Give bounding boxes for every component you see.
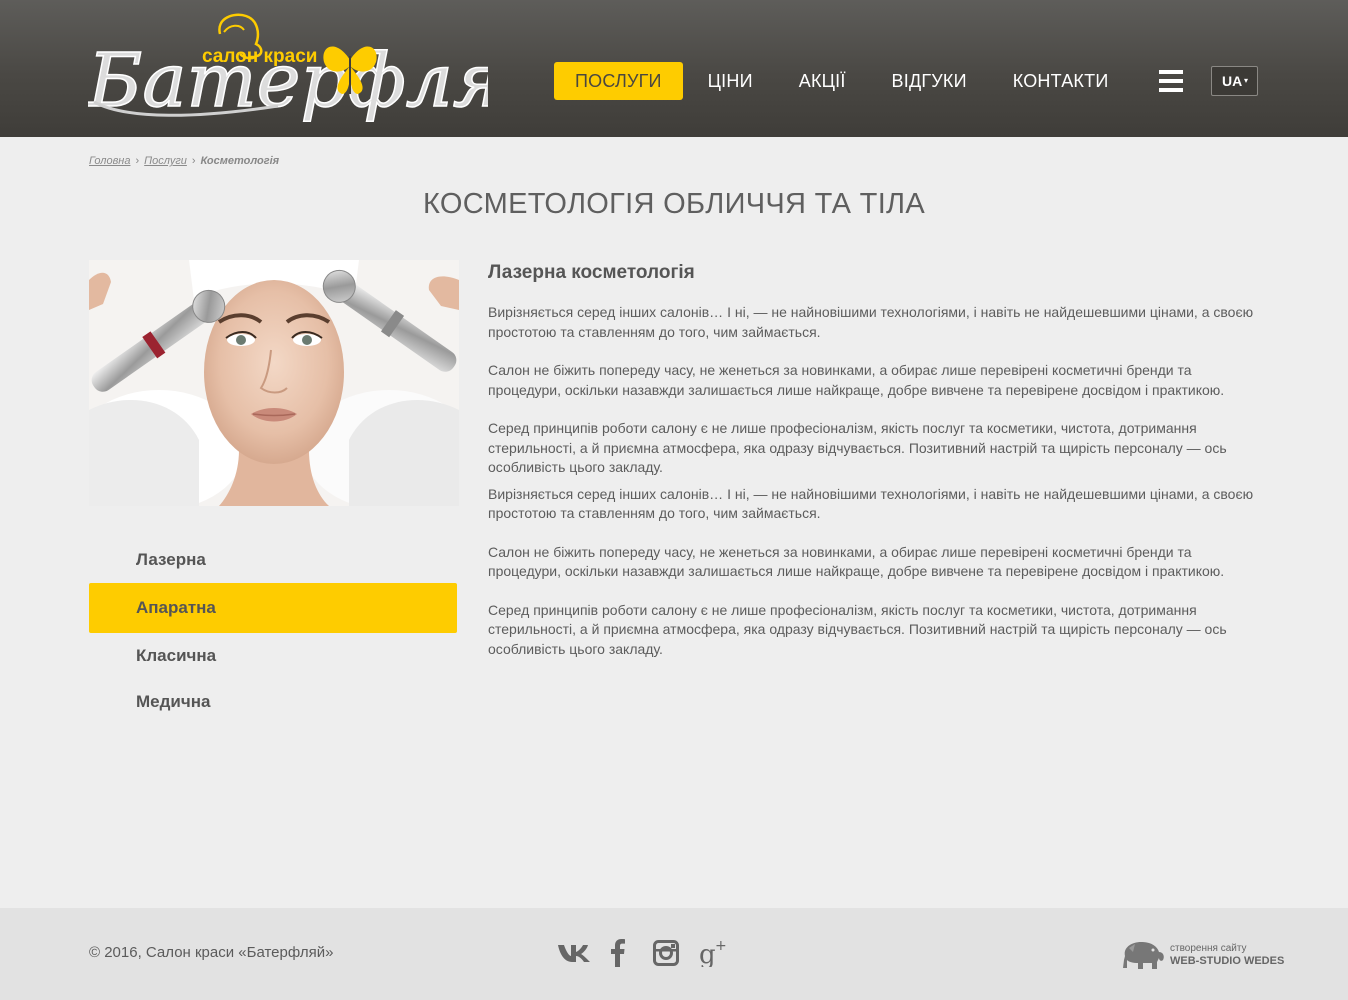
site-footer: © 2016, Салон краси «Батерфляй» g + ство… — [0, 908, 1348, 1000]
studio-line-2: WEB-STUDIO WEDES — [1170, 955, 1285, 967]
content-paragraph: Вирізняється серед інших салонів… І ні, … — [488, 304, 1254, 340]
content-paragraph: Серед принципів роботи салону є не лише … — [488, 601, 1227, 657]
breadcrumb-current: Косметологія — [200, 155, 280, 167]
studio-text: створення сайту WEB-STUDIO WEDES — [1170, 942, 1284, 968]
content-paragraph: Салон не біжить попереду часу, не женеть… — [488, 543, 1225, 580]
google-plus-icon[interactable]: g + — [699, 936, 729, 970]
main-content: Лазерна косметологія Вирізняється серед … — [488, 260, 1263, 678]
hamburger-menu-icon[interactable] — [1159, 70, 1183, 92]
facebook-icon[interactable] — [609, 936, 627, 970]
side-menu-item-hardware[interactable]: Апаратна — [89, 583, 457, 633]
studio-credit[interactable]: створення сайту WEB-STUDIO WEDES — [1121, 938, 1284, 972]
content-paragraph: Серед принципів роботи салону є не лише … — [488, 420, 1227, 475]
site-header: Батерфляй салон краси ПОСЛУГИ ЦІНИ АКЦІЇ… — [0, 0, 1348, 137]
main-nav: ПОСЛУГИ ЦІНИ АКЦІЇ ВІДГУКИ КОНТАКТИ — [554, 62, 1129, 100]
nav-reviews[interactable]: ВІДГУКИ — [871, 62, 988, 100]
side-menu-item-classic[interactable]: Класична — [89, 633, 457, 679]
svg-text:g: g — [699, 940, 716, 967]
logo[interactable]: Батерфляй салон краси — [85, 10, 550, 128]
instagram-icon[interactable] — [653, 936, 679, 970]
vk-icon[interactable] — [557, 936, 591, 970]
breadcrumb-services[interactable]: Послуги — [144, 155, 187, 167]
logo-subtitle: салон краси — [202, 46, 318, 67]
studio-line-1: створення сайту — [1170, 943, 1247, 954]
side-menu-item-laser[interactable]: Лазерна — [89, 537, 457, 583]
side-menu-item-medical[interactable]: Медична — [89, 679, 457, 725]
page-title: КОСМЕТОЛОГІЯ ОБЛИЧЧЯ ТА ТІЛА — [422, 188, 926, 220]
svg-text:+: + — [715, 939, 727, 954]
breadcrumb-home[interactable]: Головна — [89, 155, 130, 167]
nav-services[interactable]: ПОСЛУГИ — [554, 62, 683, 100]
content-paragraph: Вирізняється серед інших салонів… І ні, … — [488, 485, 1254, 522]
language-selector[interactable]: UA ▾ — [1211, 66, 1258, 96]
content-paragraph: Салон не біжить попереду часу, не женеть… — [488, 362, 1225, 398]
logo-graphic: Батерфляй — [85, 13, 550, 125]
elephant-logo-icon — [1123, 942, 1164, 969]
nav-promotions[interactable]: АКЦІЇ — [778, 62, 867, 100]
nav-prices[interactable]: ЦІНИ — [687, 62, 774, 100]
breadcrumb-separator: › — [135, 155, 140, 167]
chevron-down-icon: ▾ — [1243, 76, 1248, 85]
cosmetology-photo — [89, 260, 459, 506]
nav-contacts[interactable]: КОНТАКТИ — [992, 62, 1130, 100]
breadcrumb-separator: › — [191, 155, 196, 167]
content-heading: Лазерна косметологія — [488, 262, 695, 283]
social-links: g + — [557, 936, 729, 970]
breadcrumb: Головна › Послуги › Косметологія — [89, 155, 279, 167]
copyright: © 2016, Салон краси «Батерфляй» — [89, 944, 334, 961]
side-menu: Лазерна Апаратна Класична Медична — [89, 537, 457, 725]
language-label: UA — [1222, 73, 1243, 89]
